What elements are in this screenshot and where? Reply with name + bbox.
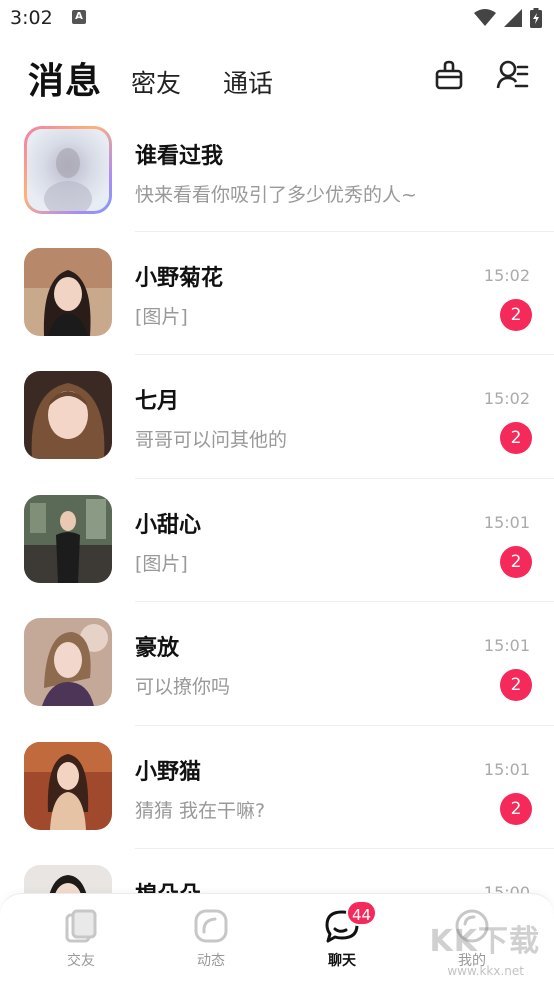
chat-row[interactable]: 小野猫 猜猜 我在干嘛? 15:01 2 — [0, 726, 554, 849]
avatar — [24, 371, 112, 459]
avatar — [24, 494, 112, 583]
contacts-list-icon[interactable] — [496, 58, 530, 92]
watermark-url: www.kkx.net — [447, 964, 524, 978]
visitor-title: 谁看过我 — [135, 144, 224, 169]
avatar — [24, 618, 112, 706]
unread-badge: 2 — [500, 298, 532, 331]
chat-row[interactable]: 七月 哥哥可以问其他的 15:02 2 — [0, 355, 554, 479]
contact-name: 小野猫 — [135, 759, 202, 785]
chat-row[interactable]: 小甜心 [图片] 15:01 2 — [0, 479, 554, 602]
visitor-row[interactable]: 谁看过我 快来看看你吸引了多少优秀的人~ — [0, 108, 554, 232]
tab-calls[interactable]: 通话 — [223, 64, 273, 100]
chat-list: 谁看过我 快来看看你吸引了多少优秀的人~ 小野菊花 [图片] 15:02 2 七… — [0, 108, 554, 973]
unread-badge: 2 — [500, 669, 532, 701]
visitor-subtitle: 快来看看你吸引了多少优秀的人~ — [135, 184, 417, 206]
cards-icon — [65, 909, 97, 943]
contact-name: 豪放 — [135, 636, 180, 661]
status-time: 3:02 — [10, 7, 53, 29]
message-time: 15:02 — [483, 389, 530, 408]
bottom-nav: 交友 动态 聊天 44 我的 KK下载 www.kkx.net — [0, 893, 554, 984]
message-preview: 可以撩你吗 — [135, 676, 231, 698]
unread-badge: 2 — [500, 422, 532, 454]
moments-icon — [194, 909, 228, 943]
message-preview: 哥哥可以问其他的 — [135, 429, 288, 451]
message-time: 15:02 — [483, 265, 530, 285]
contact-name: 小甜心 — [135, 512, 202, 538]
watermark-text: KK下载 — [429, 924, 540, 959]
nav-item-chat[interactable]: 聊天 44 — [302, 900, 382, 970]
blurred-visitor-avatar — [27, 129, 109, 211]
nav-label: 交友 — [67, 953, 95, 969]
wifi-icon — [474, 9, 496, 26]
visitor-avatar-frame — [24, 126, 112, 214]
status-bar: 3:02 A — [0, 0, 554, 36]
tab-close-friends[interactable]: 密友 — [131, 64, 181, 100]
chat-row[interactable]: 小野菊花 [图片] 15:02 2 — [0, 232, 554, 355]
message-preview: [图片] — [135, 552, 188, 575]
message-time: 15:01 — [483, 636, 530, 655]
battery-icon — [530, 8, 542, 28]
unread-badge: 2 — [500, 792, 532, 825]
contact-name: 小野菊花 — [135, 265, 224, 291]
nav-item-make-friends[interactable]: 交友 — [41, 908, 121, 970]
chat-unread-badge: 44 — [346, 900, 378, 926]
message-time: 15:01 — [483, 759, 530, 779]
nav-label: 动态 — [197, 953, 225, 969]
contact-name: 七月 — [135, 389, 180, 414]
message-preview: 猜猜 我在干嘛? — [135, 799, 266, 822]
signal-icon — [504, 9, 522, 27]
gift-box-icon[interactable] — [432, 58, 466, 92]
nav-label: 聊天 — [328, 953, 356, 969]
avatar — [24, 247, 112, 336]
status-icons — [474, 8, 542, 28]
avatar — [24, 741, 112, 830]
header: 消息 密友 通话 — [0, 44, 554, 104]
notification-a-icon: A — [72, 10, 86, 24]
unread-badge: 2 — [500, 545, 532, 578]
site-watermark: KK下载 www.kkx.net — [400, 900, 550, 982]
tab-messages[interactable]: 消息 — [28, 52, 102, 104]
chat-row[interactable]: 豪放 可以撩你吗 15:01 2 — [0, 602, 554, 726]
nav-item-moments[interactable]: 动态 — [171, 908, 251, 970]
message-time: 15:01 — [483, 512, 530, 532]
message-preview: [图片] — [135, 305, 188, 328]
